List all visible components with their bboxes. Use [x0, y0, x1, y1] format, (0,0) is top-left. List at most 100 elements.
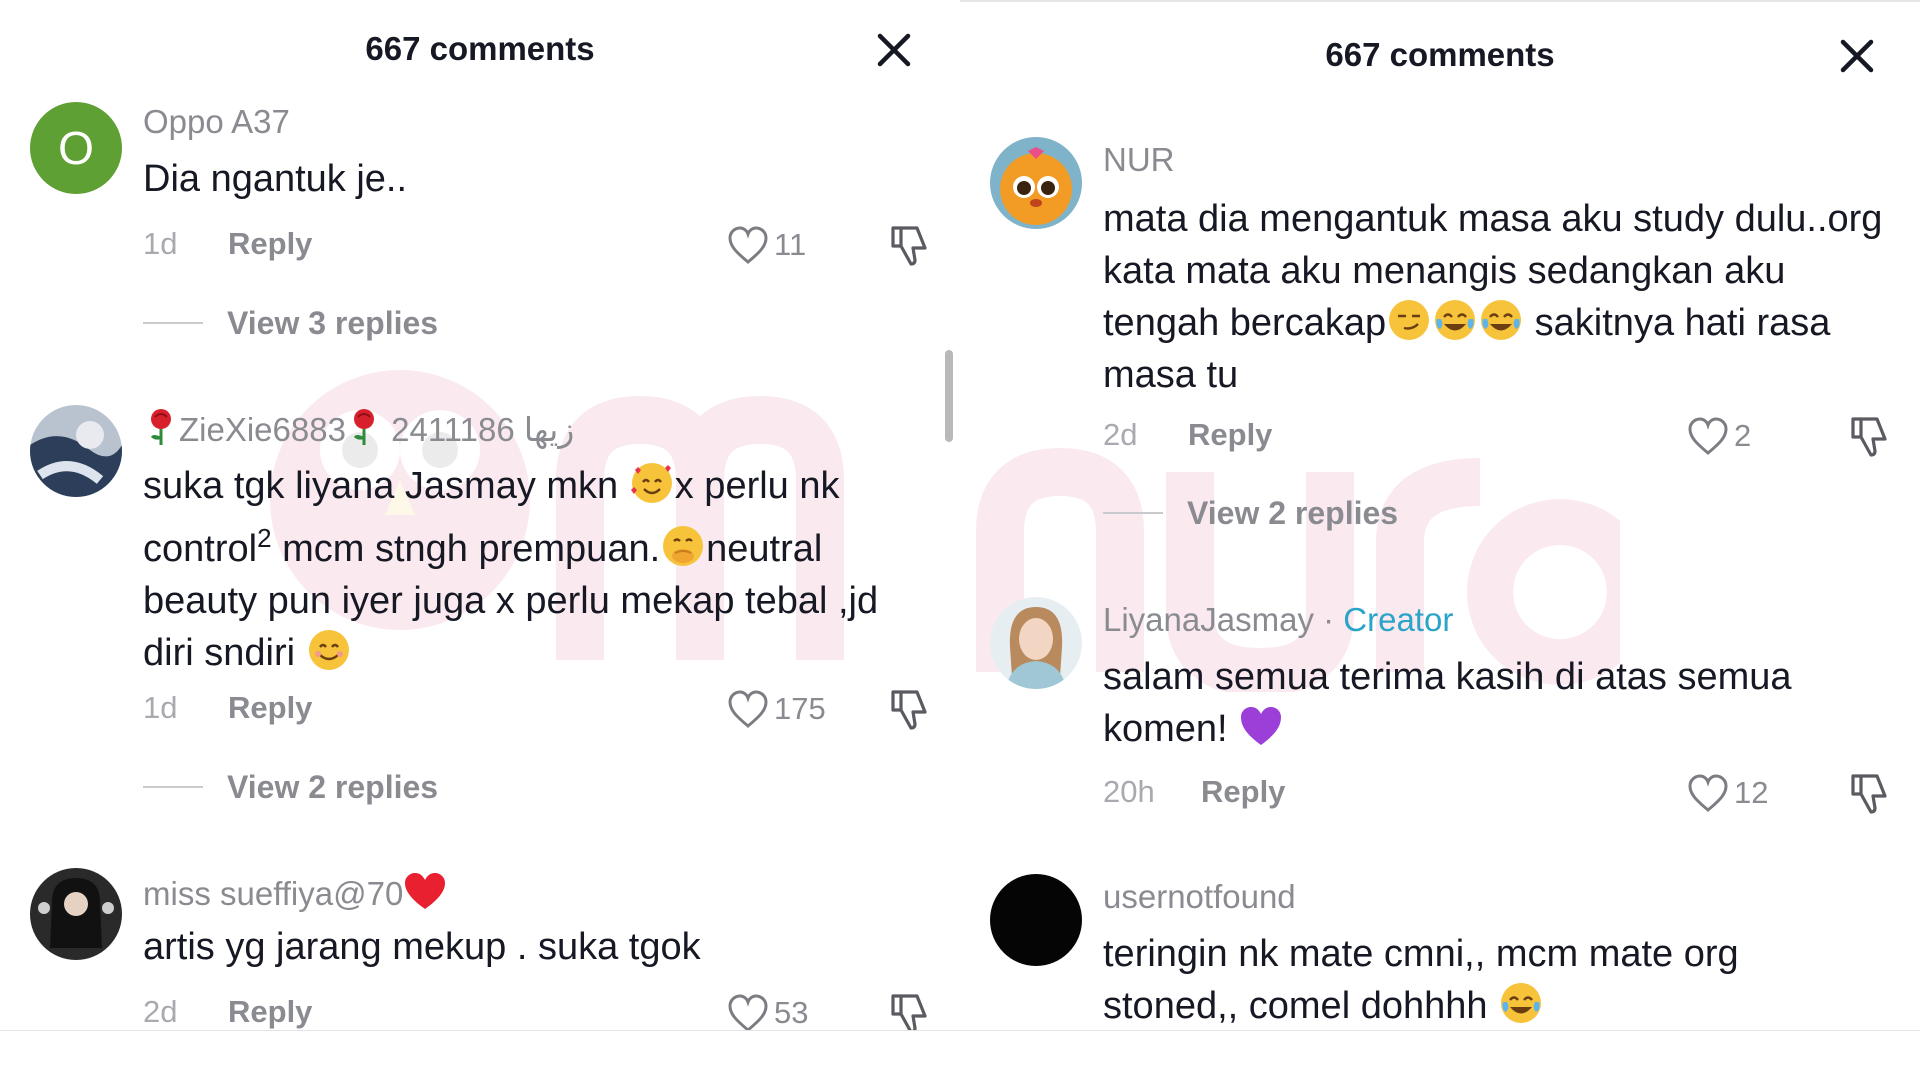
- comment-actions: 1d Reply 175: [143, 688, 933, 732]
- reply-button[interactable]: Reply: [228, 226, 312, 262]
- comments-count-title: 667 comments: [365, 30, 595, 67]
- like-button[interactable]: 2: [1686, 415, 1751, 457]
- comment-time: 1d: [143, 690, 178, 725]
- comments-panel-left: 667 comments O Oppo A37 Dia ngantuk je..…: [0, 0, 960, 1030]
- comments-count-title: 667 comments: [1325, 36, 1555, 73]
- comment-username[interactable]: NUR: [1103, 141, 1175, 179]
- comment-time: 20h: [1103, 774, 1155, 809]
- avatar[interactable]: [990, 597, 1082, 689]
- dislike-button[interactable]: [1847, 770, 1893, 816]
- view-replies-label: View 3 replies: [227, 304, 439, 341]
- close-button[interactable]: [870, 26, 918, 74]
- dislike-button[interactable]: [887, 222, 933, 268]
- hand-over-mouth-emoji: [660, 523, 706, 569]
- reply-button[interactable]: Reply: [1188, 417, 1272, 453]
- dislike-icon: [1851, 774, 1887, 814]
- comment-time: 2d: [143, 994, 178, 1029]
- username-text: ZieXie6883: [179, 411, 346, 448]
- tears-of-joy-emoji: [1498, 980, 1544, 1026]
- avatar[interactable]: [990, 137, 1082, 229]
- username-text: miss sueffiya@70: [143, 875, 404, 912]
- view-replies-label: View 2 replies: [1187, 494, 1399, 531]
- avatar[interactable]: O: [30, 102, 122, 194]
- like-count: 2: [1734, 418, 1752, 453]
- like-button[interactable]: 53: [726, 992, 808, 1030]
- reply-button[interactable]: Reply: [228, 994, 312, 1030]
- smiling-face-with-hearts-emoji: [629, 460, 675, 506]
- dislike-icon: [891, 226, 927, 266]
- comment-text: mata dia mengantuk masa aku study dulu..…: [1103, 193, 1883, 401]
- scrollbar[interactable]: [945, 350, 953, 442]
- header: 667 comments: [960, 2, 1920, 102]
- view-replies-button[interactable]: View 3 replies: [143, 303, 438, 343]
- comment-text: suka tgk liyana Jasmay mkn x perlu nk co…: [143, 460, 913, 679]
- heart-outline-icon: [728, 994, 768, 1030]
- comment-username[interactable]: usernotfound: [1103, 878, 1296, 916]
- heart-outline-icon: [1688, 417, 1728, 455]
- rose-emoji: [143, 407, 179, 447]
- header: 667 comments: [0, 0, 960, 100]
- comment-username[interactable]: Oppo A37: [143, 103, 290, 141]
- creator-badge: Creator: [1343, 601, 1454, 638]
- avatar[interactable]: [30, 405, 122, 497]
- dislike-icon: [1851, 417, 1887, 457]
- like-button[interactable]: 11: [726, 224, 806, 266]
- avatar[interactable]: [30, 868, 122, 960]
- comment-time: 2d: [1103, 417, 1138, 452]
- avatar-letter: O: [58, 122, 94, 174]
- username-separator: ·: [1313, 601, 1344, 638]
- divider-line: [1103, 512, 1163, 514]
- like-count: 12: [1734, 775, 1769, 810]
- avatar-image: [30, 868, 122, 960]
- username-suffix: 2411186 زيها: [391, 411, 575, 448]
- comment-time: 1d: [143, 226, 178, 261]
- heart-outline-icon: [728, 690, 768, 728]
- dislike-icon: [891, 994, 927, 1030]
- comment-username[interactable]: miss sueffiya@70: [143, 871, 447, 913]
- tears-of-joy-emoji: [1478, 297, 1524, 343]
- text-part: mcm stngh prempuan.: [271, 528, 661, 570]
- divider-line: [143, 322, 203, 324]
- comments-panel-right: 667 comments NUR mata dia mengantuk masa…: [960, 0, 1920, 1030]
- like-count: 53: [774, 995, 809, 1030]
- dislike-button[interactable]: [887, 686, 933, 732]
- tears-of-joy-emoji: [1432, 297, 1478, 343]
- reply-button[interactable]: Reply: [228, 690, 312, 726]
- smirk-emoji: [1386, 297, 1432, 343]
- close-button[interactable]: [1833, 32, 1881, 80]
- red-heart-emoji: [403, 871, 447, 911]
- like-button[interactable]: 12: [1686, 772, 1768, 814]
- comment-text: salam semua terima kasih di atas semua k…: [1103, 651, 1873, 755]
- reply-button[interactable]: Reply: [1201, 774, 1285, 810]
- text-part: suka tgk liyana Jasmay mkn: [143, 465, 629, 507]
- comment-actions: 2d Reply 53: [143, 992, 933, 1030]
- avatar-image: [30, 405, 122, 497]
- comment-username[interactable]: LiyanaJasmay · Creator: [1103, 601, 1453, 639]
- dislike-icon: [891, 690, 927, 730]
- heart-outline-icon: [728, 226, 768, 264]
- view-replies-button[interactable]: View 2 replies: [143, 767, 438, 807]
- username-text: LiyanaJasmay: [1103, 601, 1314, 638]
- like-button[interactable]: 175: [726, 688, 826, 730]
- close-icon: [877, 33, 911, 67]
- view-replies-button[interactable]: View 2 replies: [1103, 493, 1398, 533]
- heart-outline-icon: [1688, 774, 1728, 812]
- rose-emoji: [346, 407, 382, 447]
- divider-line: [143, 786, 203, 788]
- comment-actions: 2d Reply 2: [1103, 415, 1893, 459]
- comment-text: teringin nk mate cmni,, mcm mate org sto…: [1103, 928, 1873, 1030]
- comment-username[interactable]: ZieXie6883 2411186 زيها: [143, 407, 574, 449]
- avatar[interactable]: [990, 874, 1082, 966]
- smiling-face-emoji: [306, 627, 352, 673]
- dislike-button[interactable]: [1847, 413, 1893, 459]
- superscript: 2: [257, 523, 272, 553]
- bottom-strip: [0, 1030, 1920, 1080]
- purple-heart-emoji: [1238, 703, 1284, 749]
- comment-actions: 1d Reply 11: [143, 224, 933, 268]
- view-replies-label: View 2 replies: [227, 768, 439, 805]
- dislike-button[interactable]: [887, 990, 933, 1030]
- text-part: teringin nk mate cmni,, mcm mate org sto…: [1103, 933, 1739, 1027]
- like-count: 175: [774, 691, 826, 726]
- like-count: 11: [774, 227, 807, 262]
- close-icon: [1840, 39, 1874, 73]
